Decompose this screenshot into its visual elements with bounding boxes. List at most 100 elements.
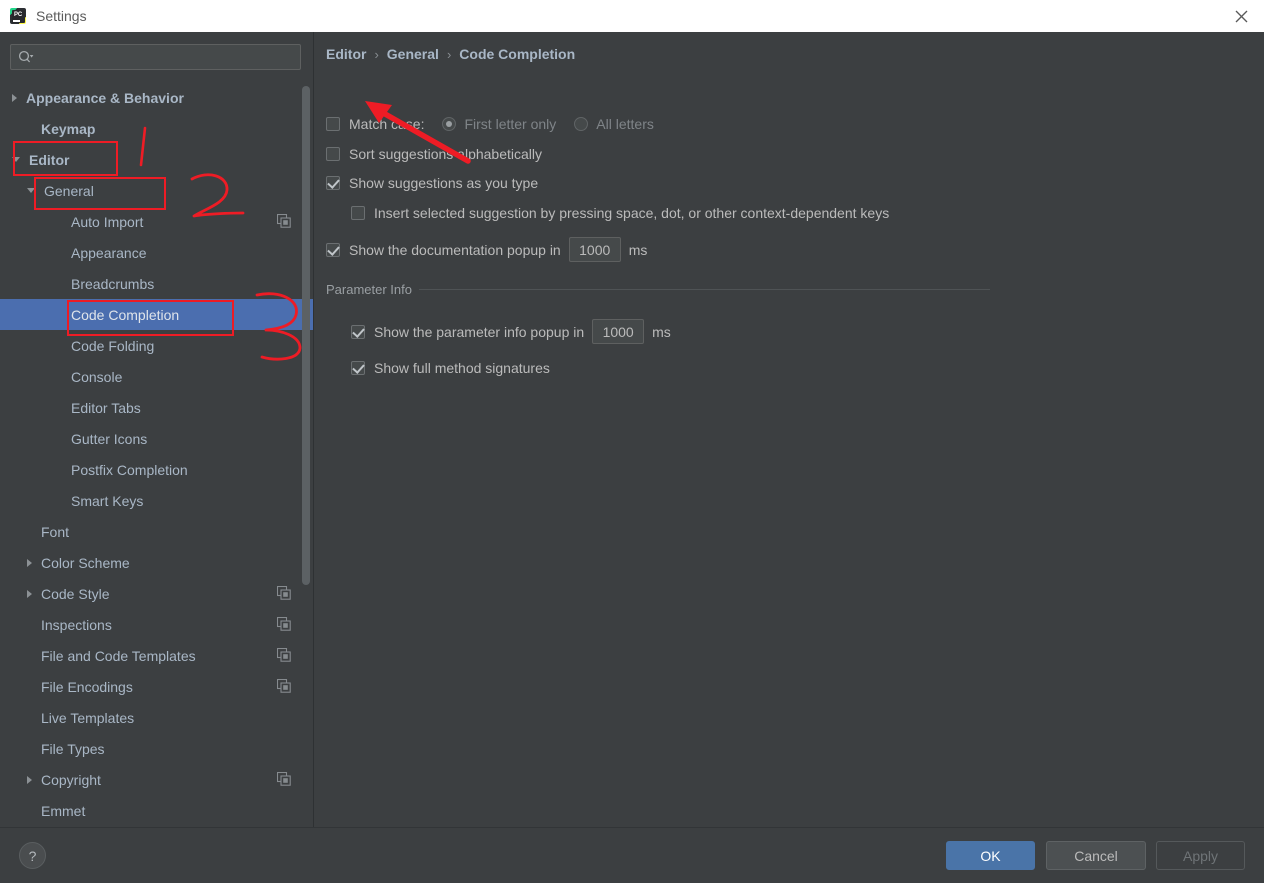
copy-icon[interactable]: [276, 585, 291, 603]
sidebar-item-auto-import[interactable]: Auto Import: [0, 206, 313, 237]
sidebar-item-postfix-completion[interactable]: Postfix Completion: [0, 454, 313, 485]
breadcrumb-separator-2: ›: [446, 46, 452, 62]
sidebar-item-label: Breadcrumbs: [71, 275, 155, 292]
chevron-right-icon[interactable]: [12, 93, 17, 102]
sidebar-item-emmet[interactable]: Emmet: [0, 795, 313, 826]
sidebar-item-label: Gutter Icons: [71, 430, 148, 447]
window-title: Settings: [36, 8, 87, 24]
show-suggestions-label: Show suggestions as you type: [349, 175, 539, 191]
doc-popup-row: Show the documentation popup in ms: [326, 237, 647, 262]
sidebar-item-editor[interactable]: Editor: [0, 144, 313, 175]
param-popup-delay-input[interactable]: [592, 319, 645, 344]
pycharm-icon: PC: [10, 8, 26, 24]
full-signatures-label: Show full method signatures: [374, 360, 550, 376]
sidebar-item-label: Postfix Completion: [71, 461, 188, 478]
chevron-down-icon[interactable]: [27, 188, 35, 193]
help-button[interactable]: ?: [19, 842, 46, 869]
radio-first-letter-only-label: First letter only: [464, 116, 557, 132]
sidebar-item-editor-tabs[interactable]: Editor Tabs: [0, 392, 313, 423]
sidebar-item-general[interactable]: General: [0, 175, 313, 206]
param-popup-unit: ms: [652, 323, 671, 340]
copy-icon[interactable]: [276, 678, 291, 696]
pycharm-icon-bar: [13, 20, 20, 22]
sidebar-item-file-and-code-templates[interactable]: File and Code Templates: [0, 640, 313, 671]
breadcrumb-code-completion: Code Completion: [459, 46, 576, 62]
settings-dialog: PC Settings Appearance & Behavior Keymap…: [0, 0, 1264, 883]
chevron-down-icon[interactable]: [12, 157, 20, 162]
sidebar-item-label: Code Completion: [71, 306, 180, 323]
sort-suggestions-checkbox[interactable]: [326, 147, 340, 161]
sidebar-item-keymap[interactable]: Keymap: [0, 113, 313, 144]
radio-all-letters-label: All letters: [596, 116, 654, 132]
doc-popup-checkbox[interactable]: [326, 242, 340, 257]
match-case-row: Match case: First letter only All letter…: [326, 116, 654, 132]
insert-selected-label: Insert selected suggestion by pressing s…: [374, 205, 890, 221]
copy-icon[interactable]: [276, 616, 291, 634]
sidebar-item-label: Code Folding: [71, 337, 155, 354]
settings-tree: Appearance & Behavior Keymap Editor General…: [0, 82, 313, 827]
full-signatures-row: Show full method signatures: [351, 360, 550, 376]
sidebar-item-file-encodings[interactable]: File Encodings: [0, 671, 313, 702]
breadcrumb: Editor › General › Code Completion: [326, 46, 575, 62]
match-case-checkbox[interactable]: [326, 117, 340, 131]
sidebar-item-smart-keys[interactable]: Smart Keys: [0, 485, 313, 516]
ok-button[interactable]: OK: [946, 841, 1035, 870]
sidebar-item-console[interactable]: Console: [0, 361, 313, 392]
copy-icon[interactable]: [276, 213, 291, 231]
search-field[interactable]: [10, 44, 301, 70]
search-icon: [18, 50, 34, 64]
settings-sidebar: Appearance & Behavior Keymap Editor General…: [0, 32, 313, 827]
radio-all-letters[interactable]: [574, 117, 589, 131]
sidebar-item-appearance[interactable]: Appearance: [0, 237, 313, 268]
sidebar-item-appearance-behavior[interactable]: Appearance & Behavior: [0, 82, 313, 113]
sidebar-item-label: Auto Import: [71, 213, 144, 230]
sidebar-scrollbar-thumb[interactable]: [302, 86, 310, 585]
apply-button[interactable]: Apply: [1156, 841, 1245, 870]
sidebar-item-gutter-icons[interactable]: Gutter Icons: [0, 423, 313, 454]
sidebar-item-live-templates[interactable]: Live Templates: [0, 702, 313, 733]
sidebar-item-inspections[interactable]: Inspections: [0, 609, 313, 640]
sidebar-item-label: Console: [71, 368, 123, 385]
breadcrumb-general[interactable]: General: [387, 46, 439, 62]
breadcrumb-separator-1: ›: [374, 46, 379, 62]
chevron-right-icon[interactable]: [27, 558, 32, 567]
cancel-button[interactable]: Cancel: [1046, 841, 1146, 870]
insert-selected-checkbox[interactable]: [351, 206, 365, 220]
full-signatures-checkbox[interactable]: [351, 361, 365, 375]
parameter-info-title: Parameter Info: [326, 282, 412, 297]
sidebar-item-label: Font: [41, 523, 70, 540]
sidebar-item-code-completion[interactable]: Code Completion: [0, 299, 313, 330]
param-popup-row: Show the parameter info popup in ms: [351, 319, 671, 344]
sidebar-item-font[interactable]: Font: [0, 516, 313, 547]
sidebar-item-copyright[interactable]: Copyright: [0, 764, 313, 795]
parameter-info-divider: [419, 289, 990, 290]
parameter-info-group-header: Parameter Info: [326, 282, 990, 297]
sidebar-item-label: File Encodings: [41, 678, 133, 695]
doc-popup-delay-input[interactable]: [568, 237, 621, 262]
show-suggestions-checkbox[interactable]: [326, 176, 340, 190]
copy-icon[interactable]: [276, 771, 291, 789]
radio-first-letter-only[interactable]: [442, 117, 457, 131]
search-field-wrapper: [10, 44, 301, 70]
search-input[interactable]: [38, 49, 300, 65]
sidebar-item-label: Appearance & Behavior: [26, 89, 184, 106]
copy-icon[interactable]: [276, 647, 291, 665]
sidebar-item-label: Editor: [29, 151, 70, 168]
sidebar-item-code-style[interactable]: Code Style: [0, 578, 313, 609]
sidebar-item-breadcrumbs[interactable]: Breadcrumbs: [0, 268, 313, 299]
chevron-right-icon[interactable]: [27, 775, 32, 784]
breadcrumb-editor[interactable]: Editor: [326, 46, 366, 62]
sidebar-item-label: Keymap: [41, 120, 96, 137]
sidebar-item-color-scheme[interactable]: Color Scheme: [0, 547, 313, 578]
chevron-right-icon[interactable]: [27, 589, 32, 598]
sidebar-item-label: File and Code Templates: [41, 647, 196, 664]
sidebar-item-label: Appearance: [71, 244, 147, 261]
sidebar-item-code-folding[interactable]: Code Folding: [0, 330, 313, 361]
sidebar-item-label: Copyright: [41, 771, 101, 788]
param-popup-checkbox[interactable]: [351, 324, 365, 339]
close-icon[interactable]: [1218, 0, 1264, 32]
sidebar-item-file-types[interactable]: File Types: [0, 733, 313, 764]
sidebar-item-label: Code Style: [41, 585, 110, 602]
sidebar-item-label: Color Scheme: [41, 554, 130, 571]
sidebar-item-label: Live Templates: [41, 709, 135, 726]
